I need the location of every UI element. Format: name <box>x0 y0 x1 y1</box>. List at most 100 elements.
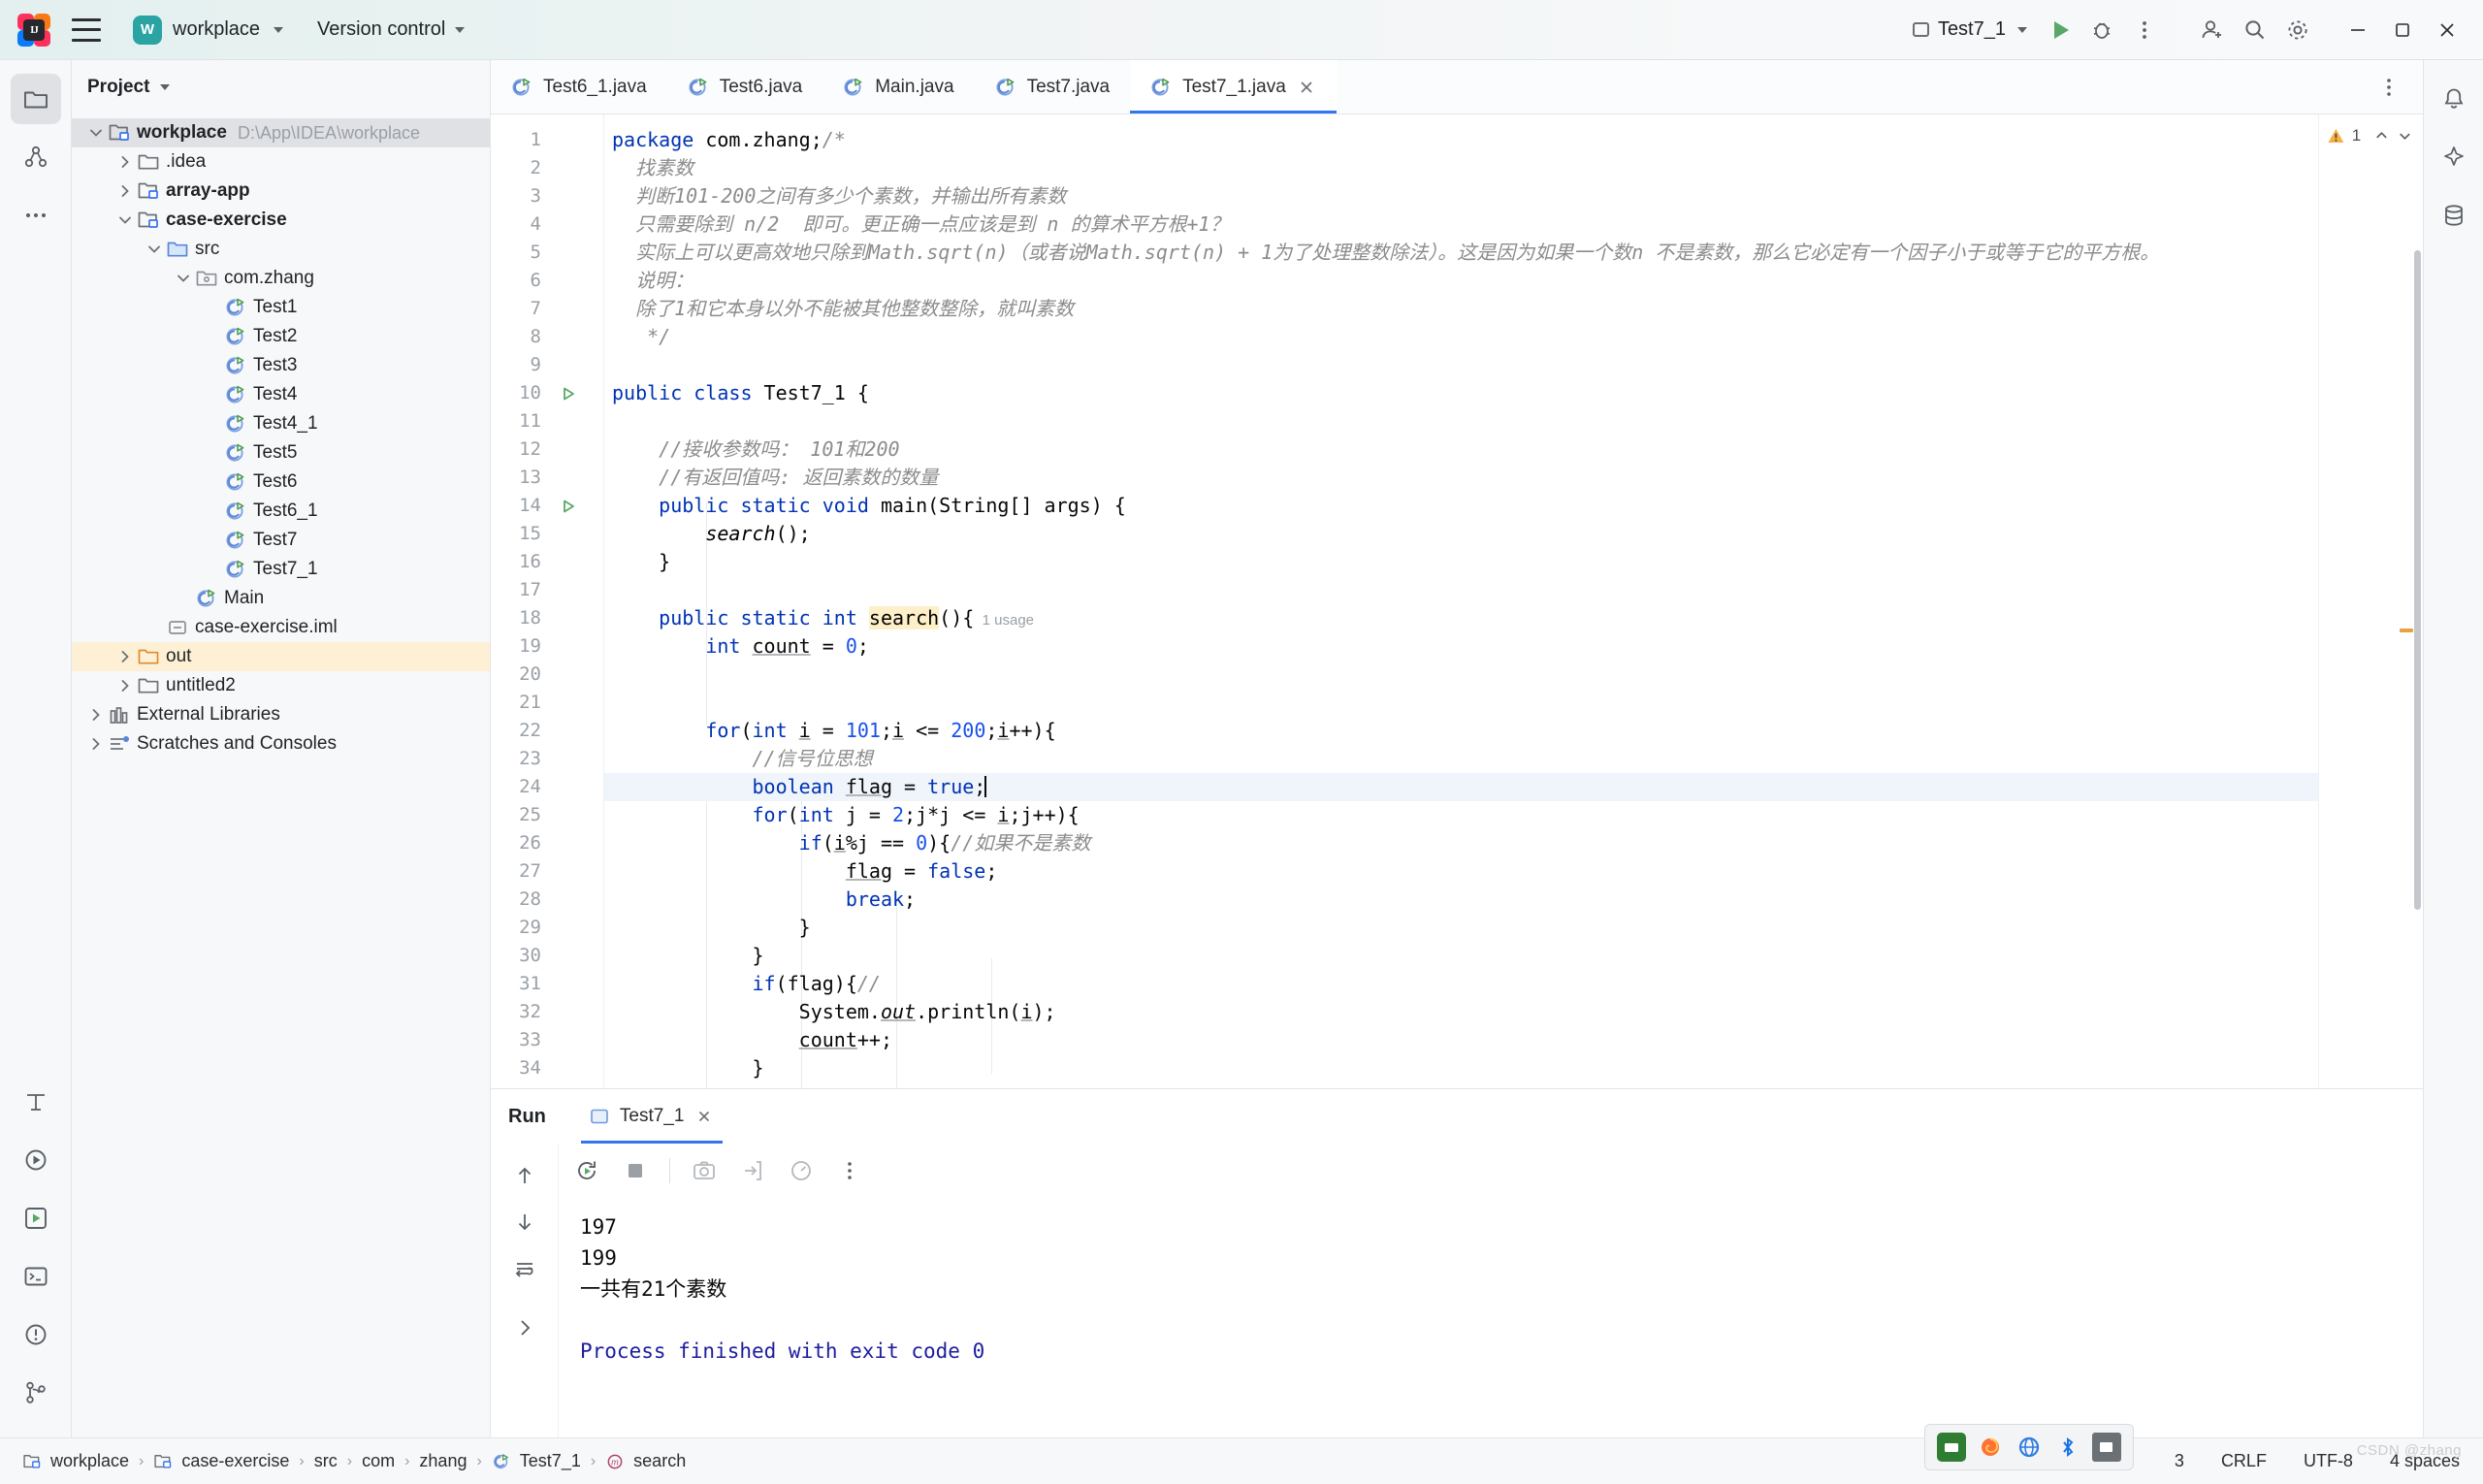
editor-tab-test6-java[interactable]: Test6.java <box>667 60 823 113</box>
run-tab-test7-1[interactable]: Test7_1 <box>575 1089 729 1144</box>
firefox-icon[interactable] <box>1976 1433 2005 1462</box>
breadcrumb-item-case-exercise[interactable]: case-exercise <box>146 1448 296 1474</box>
maximize-button[interactable] <box>2380 10 2425 50</box>
chevron-right-icon[interactable] <box>114 648 136 665</box>
tree-node-case-exercise-iml[interactable]: case-exercise.iml <box>72 613 490 642</box>
browser-icon[interactable] <box>2015 1433 2044 1462</box>
console-output[interactable]: 197 199 一共有21个素数 Process finished with exit… <box>559 1198 2423 1437</box>
tree-node-test7[interactable]: Test7 <box>72 526 490 555</box>
breadcrumb-item-search[interactable]: m search <box>598 1448 693 1474</box>
search-button[interactable] <box>2235 10 2275 50</box>
version-control-selector[interactable]: Version control <box>307 14 474 46</box>
run-gutter-icon[interactable] <box>549 497 588 516</box>
debug-button[interactable] <box>2081 10 2122 50</box>
minimize-button[interactable] <box>2336 10 2380 50</box>
chevron-right-icon[interactable] <box>114 182 136 200</box>
breadcrumb-item-src[interactable]: src <box>307 1448 344 1474</box>
close-button[interactable] <box>2425 10 2469 50</box>
run-gutter-icon[interactable] <box>549 384 588 403</box>
tree-node-com-zhang[interactable]: com.zhang <box>72 264 490 293</box>
tree-node-test4[interactable]: Test4 <box>72 380 490 409</box>
tree-node-out[interactable]: out <box>72 642 490 671</box>
editor-tab-test7-1-java[interactable]: Test7_1.java <box>1130 60 1338 113</box>
project-panel-header[interactable]: Project <box>72 60 490 114</box>
tree-node-test4-1[interactable]: Test4_1 <box>72 409 490 438</box>
tree-node-test7-1[interactable]: Test7_1 <box>72 555 490 584</box>
input-method-icon[interactable] <box>1937 1433 1966 1462</box>
chevron-down-icon[interactable] <box>144 241 165 258</box>
tree-node-scratches-and-consoles[interactable]: Scratches and Consoles <box>72 729 490 758</box>
encoding-indicator[interactable]: UTF-8 <box>2296 1448 2361 1474</box>
line-column-indicator[interactable]: 3 <box>2167 1448 2192 1474</box>
breadcrumb-item-com[interactable]: com <box>355 1448 402 1474</box>
tree-node-test1[interactable]: Test1 <box>72 293 490 322</box>
export-button[interactable] <box>730 1148 775 1193</box>
more-actions-button[interactable] <box>2124 10 2165 50</box>
chevron-down-icon[interactable] <box>114 211 136 229</box>
inspection-summary[interactable]: 1 <box>2319 114 2423 145</box>
terminal-tool-button[interactable] <box>11 1251 61 1302</box>
close-icon[interactable] <box>1296 77 1317 98</box>
tree-node-src[interactable]: src <box>72 235 490 264</box>
inspection-marker[interactable] <box>2400 629 2413 632</box>
problems-tool-button[interactable] <box>11 1309 61 1360</box>
tree-node-test6[interactable]: Test6 <box>72 468 490 497</box>
tree-node-test5[interactable]: Test5 <box>72 438 490 468</box>
version-control-tool-button[interactable] <box>11 1368 61 1418</box>
battery-icon[interactable] <box>2092 1433 2121 1462</box>
chevron-down-icon[interactable] <box>173 270 194 287</box>
tree-node-test2[interactable]: Test2 <box>72 322 490 351</box>
editor-tab-options-button[interactable] <box>2369 67 2409 108</box>
tree-node-test3[interactable]: Test3 <box>72 351 490 380</box>
editor-code-column[interactable]: package com.zhang;/* 找素数 判断101-200之间有多少个… <box>603 114 2318 1088</box>
project-tool-button[interactable] <box>10 74 61 124</box>
ai-assistant-button[interactable] <box>2429 132 2479 182</box>
soft-wrap-button[interactable] <box>502 1246 547 1291</box>
settings-button[interactable] <box>2277 10 2318 50</box>
screenshot-button[interactable] <box>682 1148 726 1193</box>
main-menu-icon[interactable] <box>72 17 101 42</box>
breadcrumb-item-workplace[interactable]: workplace <box>16 1448 136 1474</box>
chevron-right-icon[interactable] <box>114 153 136 171</box>
editor-tab-test6-1-java[interactable]: Test6_1.java <box>491 60 667 113</box>
database-button[interactable] <box>2429 190 2479 241</box>
chevron-right-icon[interactable] <box>114 677 136 694</box>
tree-node-case-exercise[interactable]: case-exercise <box>72 206 490 235</box>
breadcrumb-item-test7-1[interactable]: Test7_1 <box>485 1448 588 1474</box>
scroll-down-button[interactable] <box>502 1200 547 1244</box>
run-configuration-selector[interactable]: Test7_1 <box>1903 14 2037 46</box>
tree-node-main[interactable]: Main <box>72 584 490 613</box>
stop-button[interactable] <box>613 1148 658 1193</box>
structure-tool-button[interactable] <box>11 132 61 182</box>
run-more-button[interactable] <box>827 1148 872 1193</box>
account-button[interactable] <box>2192 10 2233 50</box>
tree-node-workplace[interactable]: workplace D:\App\IDEA\workplace <box>72 118 490 147</box>
more-tool-windows-button[interactable] <box>11 190 61 241</box>
run-debug-button[interactable] <box>11 1193 61 1243</box>
tree-node--idea[interactable]: .idea <box>72 147 490 177</box>
editor-scrollbar[interactable] <box>2414 250 2421 910</box>
tree-node-external-libraries[interactable]: External Libraries <box>72 700 490 729</box>
tree-node-array-app[interactable]: array-app <box>72 177 490 206</box>
rerun-button[interactable] <box>564 1148 609 1193</box>
expand-panel-button[interactable] <box>502 1306 547 1350</box>
indent-indicator[interactable]: 4 spaces <box>2382 1448 2467 1474</box>
editor-tab-test7-java[interactable]: Test7.java <box>975 60 1131 113</box>
chevron-down-icon[interactable] <box>85 124 107 142</box>
editor-tab-main-java[interactable]: Main.java <box>822 60 974 113</box>
bluetooth-icon[interactable] <box>2053 1433 2082 1462</box>
profiler-button[interactable] <box>779 1148 823 1193</box>
run-button[interactable] <box>2039 10 2080 50</box>
project-selector[interactable]: W workplace <box>126 11 294 49</box>
run-tool-button[interactable] <box>11 1135 61 1185</box>
tree-node-test6-1[interactable]: Test6_1 <box>72 497 490 526</box>
chevron-right-icon[interactable] <box>85 735 107 753</box>
close-icon[interactable] <box>693 1106 715 1127</box>
notifications-button[interactable] <box>2429 74 2479 124</box>
line-separator-indicator[interactable]: CRLF <box>2213 1448 2274 1474</box>
breadcrumb-item-zhang[interactable]: zhang <box>412 1448 473 1474</box>
editor-inspection-gutter[interactable]: 1 <box>2318 114 2423 1088</box>
chevron-right-icon[interactable] <box>85 706 107 724</box>
scroll-up-button[interactable] <box>502 1153 547 1198</box>
tree-node-untitled2[interactable]: untitled2 <box>72 671 490 700</box>
